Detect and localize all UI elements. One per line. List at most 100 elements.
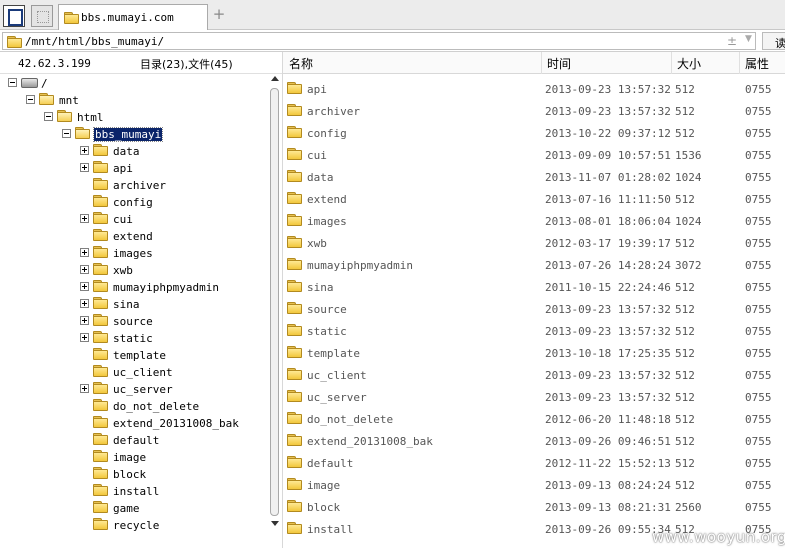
tree-item[interactable]: extend xyxy=(0,228,268,245)
file-row[interactable]: source 2013-09-23 13:57:32 512 0755 xyxy=(283,298,785,320)
collapse-icon[interactable] xyxy=(44,112,53,121)
expand-icon[interactable] xyxy=(80,282,89,291)
tree-item[interactable]: uc_server xyxy=(0,381,268,398)
file-time: 2013-07-16 11:11:50 xyxy=(545,193,671,206)
file-row[interactable]: mumayiphpmyadmin 2013-07-26 14:28:24 3072 0… xyxy=(283,254,785,276)
tree-item[interactable]: xwb xyxy=(0,262,268,279)
tab-bbs-mumayi[interactable]: bbs.mumayi.com xyxy=(58,4,208,30)
tree-item[interactable]: install xyxy=(0,483,268,500)
tree-scrollbar[interactable] xyxy=(268,74,282,548)
tree-item[interactable]: do_not_delete xyxy=(0,398,268,415)
file-row[interactable]: uc_client 2013-09-23 13:57:32 512 0755 xyxy=(283,364,785,386)
tree-item[interactable]: api xyxy=(0,160,268,177)
tree-item[interactable]: default xyxy=(0,432,268,449)
info-bar: 42.62.3.199 目录(23),文件(45) xyxy=(0,52,282,74)
file-row[interactable]: xwb 2012-03-17 19:39:17 512 0755 xyxy=(283,232,785,254)
file-name: uc_client xyxy=(307,369,367,382)
expand-icon[interactable] xyxy=(80,265,89,274)
collapse-icon[interactable] xyxy=(62,129,71,138)
tree-item[interactable]: extend_20131008_bak xyxy=(0,415,268,432)
plus-minus-icon[interactable]: ± xyxy=(727,34,737,48)
scroll-up-icon[interactable] xyxy=(271,76,279,81)
file-row[interactable]: uc_server 2013-09-23 13:57:32 512 0755 xyxy=(283,386,785,408)
collapse-icon[interactable] xyxy=(8,78,17,87)
expand-icon[interactable] xyxy=(80,248,89,257)
file-row[interactable]: image 2013-09-13 08:24:24 512 0755 xyxy=(283,474,785,496)
tree-item-mnt[interactable]: mnt xyxy=(0,92,268,109)
expand-icon[interactable] xyxy=(80,316,89,325)
collapse-icon[interactable] xyxy=(26,95,35,104)
file-row[interactable]: sina 2011-10-15 22:24:46 512 0755 xyxy=(283,276,785,298)
tree-item-root[interactable]: / xyxy=(0,75,268,92)
tree-item[interactable]: static xyxy=(0,330,268,347)
path-input[interactable]: /mnt/html/bbs_mumayi/ ± ▼ xyxy=(2,32,756,50)
column-name[interactable]: 名称 xyxy=(289,55,313,72)
read-button[interactable]: 读 xyxy=(762,32,785,50)
file-row[interactable]: block 2013-09-13 08:21:31 2560 0755 xyxy=(283,496,785,518)
file-row[interactable]: extend_20131008_bak 2013-09-26 09:46:51 51… xyxy=(283,430,785,452)
folder-icon xyxy=(287,214,302,226)
folder-open-icon xyxy=(57,110,72,122)
file-row[interactable]: extend 2013-07-16 11:11:50 512 0755 xyxy=(283,188,785,210)
file-row[interactable]: archiver 2013-09-23 13:57:32 512 0755 xyxy=(283,100,785,122)
file-row[interactable]: do_not_delete 2012-06-20 11:48:18 512 0755 xyxy=(283,408,785,430)
window-icon[interactable] xyxy=(3,5,25,27)
file-size: 1536 xyxy=(675,149,702,162)
file-row[interactable]: static 2013-09-23 13:57:32 512 0755 xyxy=(283,320,785,342)
column-time[interactable]: 时间 xyxy=(547,55,571,72)
tree-item-label: mnt xyxy=(59,94,79,107)
tree-item[interactable]: recycle xyxy=(0,517,268,534)
file-row[interactable]: data 2013-11-07 01:28:02 1024 0755 xyxy=(283,166,785,188)
tree-item[interactable]: image xyxy=(0,449,268,466)
column-size[interactable]: 大小 xyxy=(677,55,701,72)
file-name: api xyxy=(307,83,327,96)
folder-icon xyxy=(287,82,302,94)
file-row[interactable]: default 2012-11-22 15:52:13 512 0755 xyxy=(283,452,785,474)
tree-item-label: image xyxy=(113,451,147,464)
file-size: 512 xyxy=(675,127,695,140)
tree-item[interactable]: sina xyxy=(0,296,268,313)
tree-item[interactable]: images xyxy=(0,245,268,262)
tree-item[interactable]: archiver xyxy=(0,177,268,194)
expand-icon[interactable] xyxy=(80,299,89,308)
add-tab-button[interactable]: + xyxy=(212,6,226,22)
tree-item[interactable]: data xyxy=(0,143,268,160)
folder-icon xyxy=(287,192,302,204)
tree-item[interactable]: block xyxy=(0,466,268,483)
scroll-down-icon[interactable] xyxy=(271,521,279,526)
file-row[interactable]: api 2013-09-23 13:57:32 512 0755 xyxy=(283,78,785,100)
dropdown-arrow-icon[interactable]: ▼ xyxy=(745,34,752,44)
tree-item-html[interactable]: html xyxy=(0,109,268,126)
watermark: www.wooyun.org xyxy=(652,528,785,546)
file-row[interactable]: cui 2013-09-09 10:57:51 1536 0755 xyxy=(283,144,785,166)
column-attr[interactable]: 属性 xyxy=(745,55,769,72)
tab-bar: bbs.mumayi.com + xyxy=(0,0,785,30)
tree-item-bbs-mumayi[interactable]: bbs_mumayi xyxy=(0,126,268,143)
expand-icon[interactable] xyxy=(80,333,89,342)
tree-item[interactable]: uc_client xyxy=(0,364,268,381)
blank-tab-icon[interactable] xyxy=(31,5,53,27)
tree-item[interactable]: game xyxy=(0,500,268,517)
file-size: 512 xyxy=(675,325,695,338)
expand-icon[interactable] xyxy=(80,146,89,155)
expand-icon[interactable] xyxy=(80,163,89,172)
tree-item[interactable]: template xyxy=(0,347,268,364)
folder-icon xyxy=(64,12,79,24)
file-name: mumayiphpmyadmin xyxy=(307,259,413,272)
folder-icon xyxy=(93,382,108,394)
file-row[interactable]: images 2013-08-01 18:06:04 1024 0755 xyxy=(283,210,785,232)
tree-item[interactable]: cui xyxy=(0,211,268,228)
file-time: 2012-11-22 15:52:13 xyxy=(545,457,671,470)
tree-item[interactable]: config xyxy=(0,194,268,211)
expand-icon[interactable] xyxy=(80,384,89,393)
file-time: 2013-09-23 13:57:32 xyxy=(545,369,671,382)
scroll-thumb[interactable] xyxy=(270,88,279,516)
tree-item-label: uc_client xyxy=(113,366,173,379)
file-time: 2013-08-01 18:06:04 xyxy=(545,215,671,228)
tree-item[interactable]: mumayiphpmyadmin xyxy=(0,279,268,296)
file-row[interactable]: template 2013-10-18 17:25:35 512 0755 xyxy=(283,342,785,364)
expand-icon[interactable] xyxy=(80,214,89,223)
file-row[interactable]: config 2013-10-22 09:37:12 512 0755 xyxy=(283,122,785,144)
file-attr: 0755 xyxy=(745,105,772,118)
tree-item[interactable]: source xyxy=(0,313,268,330)
